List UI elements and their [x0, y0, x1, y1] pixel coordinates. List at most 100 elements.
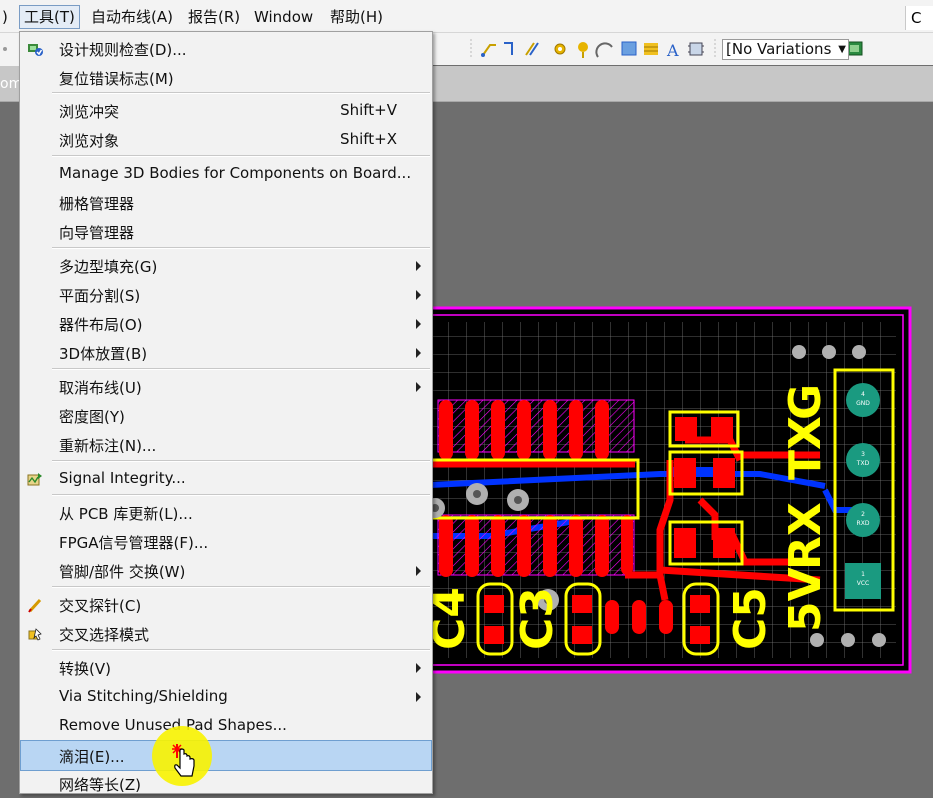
pad-label-vcc: VCC [857, 580, 869, 587]
hand-cursor-icon [172, 744, 195, 777]
menu-fragment[interactable]: ) [0, 6, 12, 28]
menu-separator [52, 92, 430, 94]
menu-item-label: 多边型填充(G) [59, 258, 158, 276]
toolbar-icons: A [470, 39, 863, 60]
menu-item-label: 滴泪(E)... [59, 748, 125, 766]
menu-item-25[interactable]: 网络等长(Z) [21, 769, 431, 798]
menu-separator [52, 460, 430, 462]
menu-item-3[interactable]: 浏览冲突 Shift+V [21, 96, 431, 125]
pad-icon [554, 43, 566, 55]
menu-item-label: 栅格管理器 [59, 195, 135, 213]
menu-item-label: 取消布线(U) [59, 379, 142, 397]
menu-item-12[interactable]: 取消布线(U) [21, 372, 431, 401]
label-tx: TX [780, 416, 831, 480]
menu-item-20[interactable]: 交叉选择模式 [21, 619, 431, 648]
menu-item-17[interactable]: FPGA信号管理器(F)... [21, 527, 431, 556]
tools-dropdown-menu: 设计规则检查(D)... 复位错误标志(M) 浏览冲突 Shift+V 浏览对象 Shif… [19, 31, 433, 794]
route-multi-icon [525, 42, 539, 56]
menu-item-label: 器件布局(O) [59, 316, 143, 334]
menu-item-label: Via Stitching/Shielding [59, 687, 228, 705]
variant-select-value: [No Variations [726, 40, 832, 58]
menu-item-16[interactable]: 从 PCB 库更新(L)... [21, 498, 431, 527]
submenu-arrow-icon [416, 290, 421, 300]
pad-number-1: 1 [861, 571, 865, 578]
menu-item-label: 设计规则检查(D)... [59, 41, 187, 59]
menu-item-label: 浏览冲突 [59, 103, 120, 121]
submenu-arrow-icon [416, 348, 421, 358]
label-g: G [780, 384, 831, 420]
menu-item-22[interactable]: Via Stitching/Shielding [21, 682, 431, 711]
string-icon: A [666, 41, 679, 60]
menu-item-label: 转换(V) [59, 660, 111, 678]
menu-item-9[interactable]: 平面分割(S) [21, 280, 431, 309]
label-5v: 5V [780, 567, 831, 632]
menu-item-label: 3D体放置(B) [59, 345, 148, 363]
signal-integrity-icon [27, 473, 42, 486]
drc-icon [28, 44, 43, 56]
polygon-icon [644, 43, 658, 55]
cross-probe-icon [28, 598, 42, 613]
menu-item-label: 从 PCB 库更新(L)... [59, 505, 193, 523]
menu-item-label: 交叉探针(C) [59, 597, 142, 615]
pad-number-4: 4 [861, 391, 865, 398]
menu-item-4[interactable]: 浏览对象 Shift+X [21, 125, 431, 154]
submenu-arrow-icon [416, 261, 421, 271]
submenu-arrow-icon [416, 663, 421, 673]
submenu-arrow-icon [416, 566, 421, 576]
menu-item-23[interactable]: Remove Unused Pad Shapes... [21, 711, 431, 740]
right-panel-fragment[interactable]: C [905, 6, 933, 30]
pcb-canvas[interactable]: C4 C3 C5 5V RX TX G 4 GND 3 TXD 2 RXD 1 … [430, 300, 933, 680]
menu-item-10[interactable]: 器件布局(O) [21, 309, 431, 338]
menu-item-label: 重新标注(N)... [59, 437, 157, 455]
menu-item-label: FPGA信号管理器(F)... [59, 534, 209, 552]
menu-item-label: 交叉选择模式 [59, 626, 150, 644]
pad-label-txd: TXD [856, 460, 870, 467]
menu-bar: ) 工具(T) 自动布线(A) 报告(R) Window 帮助(H) C [0, 0, 933, 33]
fill-icon [621, 41, 637, 56]
pad-number-3: 3 [861, 451, 865, 458]
menu-item-15[interactable]: Signal Integrity... [21, 464, 431, 493]
component-icon [688, 42, 704, 56]
menu-reports[interactable]: 报告(R) [184, 6, 244, 28]
variant-select[interactable]: [No Variations ▼ [722, 39, 849, 60]
arc-icon [595, 42, 613, 58]
submenu-arrow-icon [416, 319, 421, 329]
menu-item-1[interactable]: 设计规则检查(D)... [21, 34, 431, 63]
menu-window[interactable]: Window [250, 6, 317, 28]
menu-item-21[interactable]: 转换(V) [21, 653, 431, 682]
menu-item-8[interactable]: 多边型填充(G) [21, 251, 431, 280]
submenu-arrow-icon [416, 692, 421, 702]
menu-item-14[interactable]: 重新标注(N)... [21, 430, 431, 459]
menu-separator [52, 586, 430, 588]
menu-item-label: 浏览对象 [59, 132, 120, 150]
pad-number-2: 2 [861, 511, 865, 518]
menu-item-label: 密度图(Y) [59, 408, 125, 426]
pcb-toolbar: A [430, 33, 933, 65]
menu-item-11[interactable]: 3D体放置(B) [21, 338, 431, 367]
menu-item-shortcut: Shift+X [340, 130, 397, 148]
menu-separator [52, 649, 430, 651]
pad-label-rxd: RXD [857, 520, 870, 527]
menu-item-7[interactable]: 向导管理器 [21, 217, 431, 246]
label-rx: RX [780, 502, 831, 570]
menu-help[interactable]: 帮助(H) [326, 6, 387, 28]
menu-item-2[interactable]: 复位错误标志(M) [21, 63, 431, 92]
menu-separator [52, 247, 430, 249]
menu-item-shortcut: Shift+V [340, 101, 397, 119]
menu-item-6[interactable]: 栅格管理器 [21, 188, 431, 217]
label-c3: C3 [512, 587, 563, 650]
menu-item-label: 平面分割(S) [59, 287, 141, 305]
toolbar-left-fragment [0, 33, 20, 66]
menu-item-label: Manage 3D Bodies for Components on Board… [59, 164, 412, 182]
menu-item-5[interactable]: Manage 3D Bodies for Components on Board… [21, 159, 431, 188]
menu-tools[interactable]: 工具(T) [19, 5, 80, 29]
menu-item-label: 复位错误标志(M) [59, 70, 174, 88]
menu-item-19[interactable]: 交叉探针(C) [21, 590, 431, 619]
label-c5: C5 [725, 587, 776, 650]
menu-item-24[interactable]: 滴泪(E)... [20, 740, 432, 771]
menu-item-13[interactable]: 密度图(Y) [21, 401, 431, 430]
menu-item-18[interactable]: 管脚/部件 交换(W) [21, 556, 431, 585]
via-icon [578, 42, 588, 58]
menu-autoroute[interactable]: 自动布线(A) [87, 6, 177, 28]
route-track-icon [481, 44, 496, 57]
